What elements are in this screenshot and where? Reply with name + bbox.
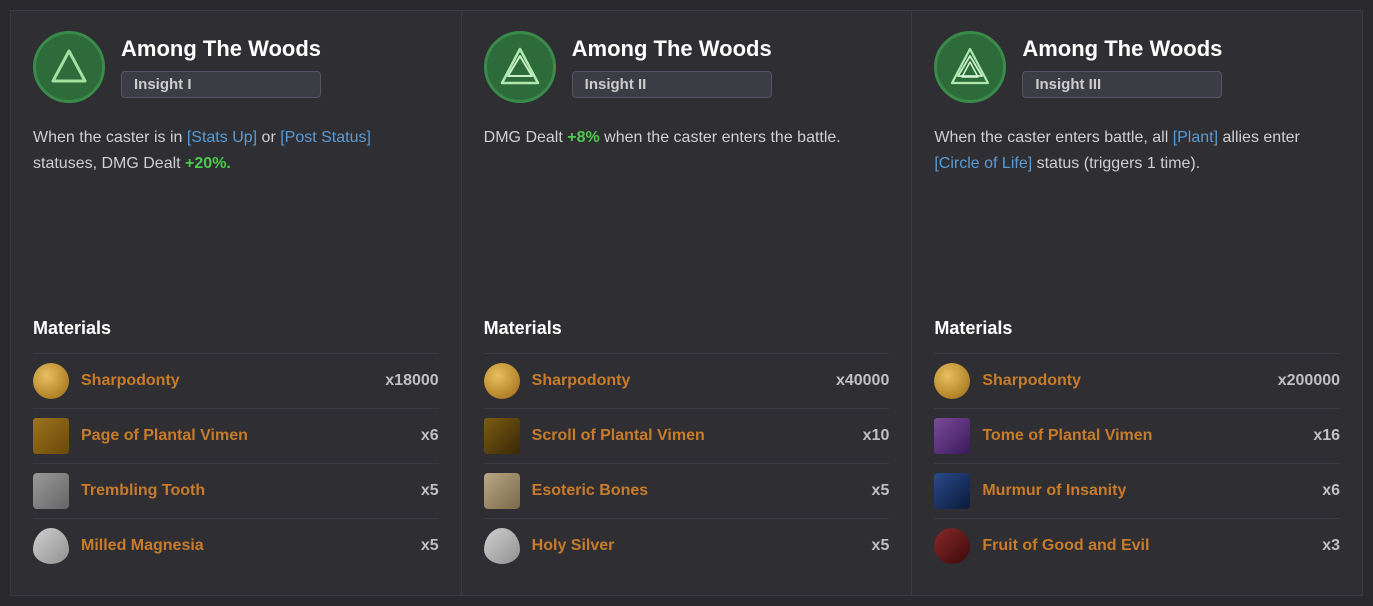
panel-description: When the caster is in [Stats Up] or [Pos… (33, 125, 439, 176)
material-icon-silver (33, 528, 69, 564)
material-row: Holy Silver x5 (484, 518, 890, 573)
link-text: [Circle of Life] (934, 155, 1032, 172)
highlight-text: +8% (567, 129, 599, 146)
material-row: Sharpodonty x18000 (33, 353, 439, 408)
insight-badge: Insight I (121, 71, 321, 98)
material-qty: x16 (1313, 427, 1340, 445)
material-row: Sharpodonty x40000 (484, 353, 890, 408)
material-icon-tooth (33, 473, 69, 509)
material-name: Murmur of Insanity (982, 482, 1310, 500)
material-icon-coin (484, 363, 520, 399)
material-icon-book (934, 418, 970, 454)
materials-title: Materials (33, 318, 439, 339)
material-qty: x5 (421, 537, 439, 555)
panel-insight-3: Among The Woods Insight III When the caste… (911, 10, 1363, 596)
panel-insight-2: Among The Woods Insight II DMG Dealt +8% w… (461, 10, 912, 596)
material-row: Scroll of Plantal Vimen x10 (484, 408, 890, 463)
material-name: Sharpodonty (81, 372, 373, 390)
material-row: Milled Magnesia x5 (33, 518, 439, 573)
header-text: Among The Woods Insight I (121, 36, 321, 97)
material-icon-coin (33, 363, 69, 399)
material-qty: x10 (863, 427, 890, 445)
panels-container: Among The Woods Insight I When the caster … (10, 10, 1363, 596)
material-name: Fruit of Good and Evil (982, 537, 1310, 555)
materials-section: Materials Sharpodonty x18000 Page of Planta… (33, 318, 439, 573)
header-text: Among The Woods Insight II (572, 36, 772, 97)
material-name: Holy Silver (532, 537, 860, 555)
link-text: [Post Status] (280, 129, 371, 146)
materials-section: Materials Sharpodonty x200000 Tome of Plant… (934, 318, 1340, 573)
material-qty: x18000 (385, 372, 438, 390)
panel-header: Among The Woods Insight III (934, 31, 1340, 103)
panel-insight-1: Among The Woods Insight I When the caster … (10, 10, 461, 596)
link-text: [Plant] (1173, 129, 1218, 146)
material-row: Fruit of Good and Evil x3 (934, 518, 1340, 573)
material-qty: x6 (1322, 482, 1340, 500)
material-icon-scroll (33, 418, 69, 454)
material-icon-bones (484, 473, 520, 509)
material-name: Page of Plantal Vimen (81, 427, 409, 445)
materials-title: Materials (934, 318, 1340, 339)
material-qty: x5 (421, 482, 439, 500)
link-text: [Stats Up] (187, 129, 257, 146)
panel-description: When the caster enters battle, all [Plan… (934, 125, 1340, 176)
material-icon-silver (484, 528, 520, 564)
material-name: Esoteric Bones (532, 482, 860, 500)
material-icon-scroll2 (484, 418, 520, 454)
panel-title: Among The Woods (1022, 36, 1222, 62)
panel-title: Among The Woods (121, 36, 321, 62)
material-row: Trembling Tooth x5 (33, 463, 439, 518)
material-name: Sharpodonty (532, 372, 824, 390)
panel-header: Among The Woods Insight I (33, 31, 439, 103)
material-row: Tome of Plantal Vimen x16 (934, 408, 1340, 463)
materials-section: Materials Sharpodonty x40000 Scroll of Plan… (484, 318, 890, 573)
material-qty: x5 (872, 537, 890, 555)
insight-icon (33, 31, 105, 103)
panel-header: Among The Woods Insight II (484, 31, 890, 103)
materials-title: Materials (484, 318, 890, 339)
material-row: Sharpodonty x200000 (934, 353, 1340, 408)
panel-title: Among The Woods (572, 36, 772, 62)
insight-icon (484, 31, 556, 103)
material-icon-fruit (934, 528, 970, 564)
insight-badge: Insight III (1022, 71, 1222, 98)
material-name: Trembling Tooth (81, 482, 409, 500)
insight-badge: Insight II (572, 71, 772, 98)
material-name: Tome of Plantal Vimen (982, 427, 1301, 445)
material-qty: x200000 (1278, 372, 1340, 390)
material-icon-insanity (934, 473, 970, 509)
material-icon-coin (934, 363, 970, 399)
material-qty: x5 (872, 482, 890, 500)
material-qty: x40000 (836, 372, 889, 390)
material-row: Page of Plantal Vimen x6 (33, 408, 439, 463)
material-name: Scroll of Plantal Vimen (532, 427, 851, 445)
panel-description: DMG Dealt +8% when the caster enters the… (484, 125, 890, 151)
material-row: Esoteric Bones x5 (484, 463, 890, 518)
material-qty: x3 (1322, 537, 1340, 555)
material-row: Murmur of Insanity x6 (934, 463, 1340, 518)
header-text: Among The Woods Insight III (1022, 36, 1222, 97)
highlight-text: +20%. (185, 155, 231, 172)
insight-icon (934, 31, 1006, 103)
material-name: Sharpodonty (982, 372, 1265, 390)
material-name: Milled Magnesia (81, 537, 409, 555)
material-qty: x6 (421, 427, 439, 445)
